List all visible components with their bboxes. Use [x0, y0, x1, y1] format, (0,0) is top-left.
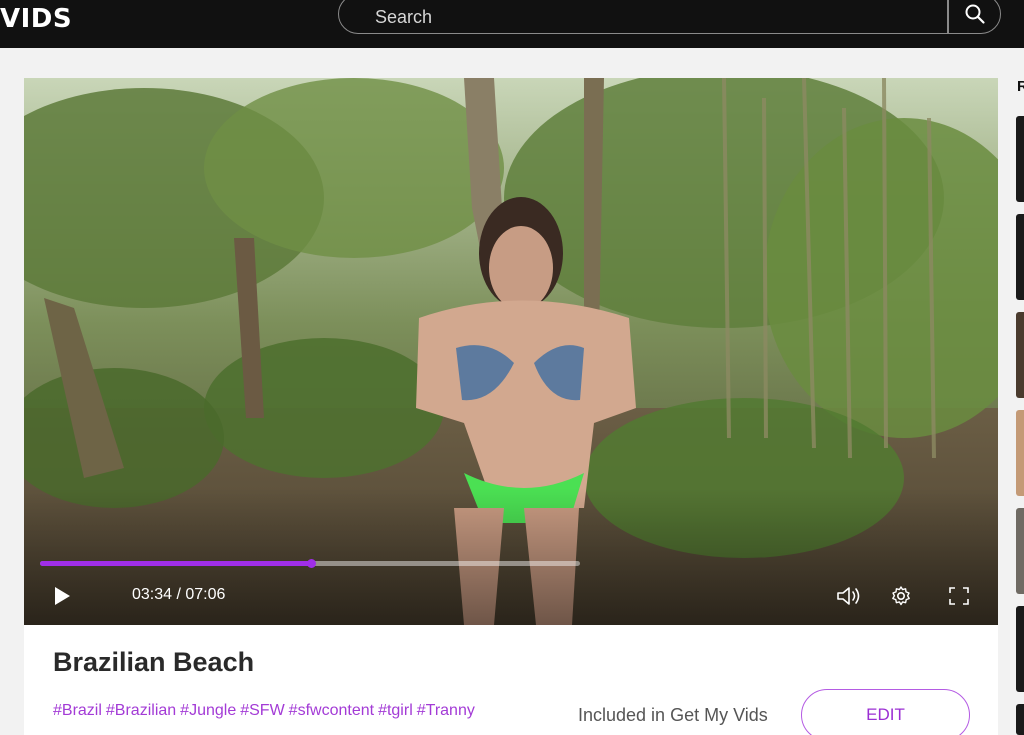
volume-button[interactable]	[834, 584, 864, 608]
related-thumbnail[interactable]	[1016, 312, 1024, 398]
progress-handle[interactable]	[307, 559, 317, 568]
related-thumbnail[interactable]	[1016, 704, 1024, 735]
video-player[interactable]: 03:34 / 07:06	[24, 78, 998, 625]
top-bar: VIDS	[0, 0, 1024, 48]
progress-fill	[40, 561, 312, 566]
tag-link[interactable]: #SFW	[240, 702, 284, 719]
tag-link[interactable]: #Brazilian	[106, 702, 176, 719]
search-bar	[338, 0, 1001, 34]
settings-button[interactable]	[888, 584, 914, 608]
related-thumbnail[interactable]	[1016, 214, 1024, 300]
tag-link[interactable]: #sfwcontent	[289, 702, 374, 719]
video-title: Brazilian Beach	[53, 647, 255, 677]
search-input[interactable]	[375, 3, 935, 31]
progress-bar[interactable]	[40, 559, 580, 568]
search-icon	[965, 4, 985, 24]
volume-icon	[837, 587, 860, 605]
time-display: 03:34 / 07:06	[132, 586, 226, 603]
fullscreen-button[interactable]	[946, 584, 972, 608]
tag-link[interactable]: #Brazil	[53, 702, 102, 719]
site-logo[interactable]: VIDS	[0, 4, 72, 34]
tag-link[interactable]: #Jungle	[180, 702, 236, 719]
video-info-panel: Brazilian Beach #Brazil #Brazilian #Jungle…	[24, 625, 998, 735]
tag-list: #Brazil #Brazilian #Jungle #SFW #sfwcontent #…	[53, 702, 479, 720]
settings-icon	[892, 586, 910, 606]
play-icon	[55, 587, 70, 605]
related-heading: R	[1017, 78, 1024, 95]
video-frame	[24, 78, 998, 625]
related-thumbnail[interactable]	[1016, 606, 1024, 692]
edit-button[interactable]: EDIT	[801, 689, 970, 735]
related-thumbnail[interactable]	[1016, 116, 1024, 202]
included-in-label: Included in Get My Vids	[578, 705, 768, 725]
related-thumbnail[interactable]	[1016, 410, 1024, 496]
search-button[interactable]	[949, 0, 1001, 33]
fullscreen-icon	[949, 587, 969, 605]
play-button[interactable]	[50, 584, 74, 608]
tag-link[interactable]: #tgirl	[378, 702, 413, 719]
related-thumbnail[interactable]	[1016, 508, 1024, 594]
tag-link[interactable]: #Tranny	[417, 702, 475, 719]
